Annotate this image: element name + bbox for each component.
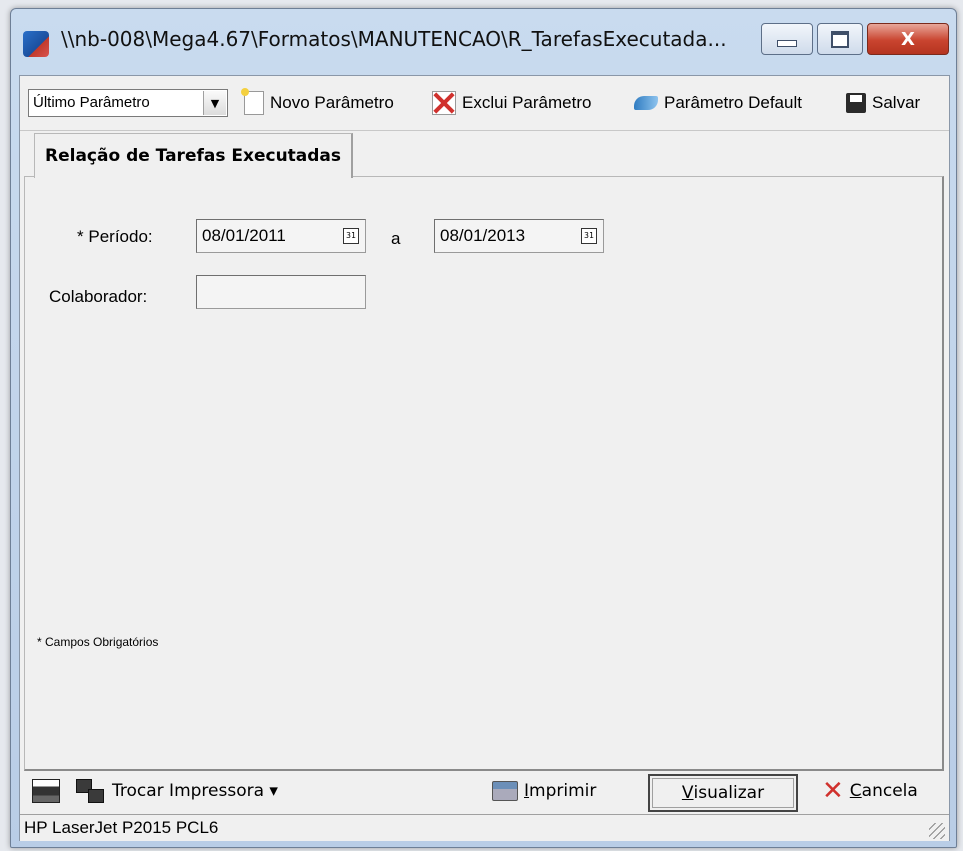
cancel-label: ancela bbox=[861, 781, 918, 801]
print-button[interactable]: Imprimir bbox=[492, 778, 596, 804]
parameter-select-value: Último Parâmetro bbox=[33, 94, 150, 111]
date-to-field[interactable]: 08/01/2013 31 bbox=[434, 219, 604, 253]
change-printer-button[interactable]: Trocar Impressora ▾ bbox=[76, 778, 278, 804]
cancel-accel: C bbox=[849, 781, 862, 801]
client-area: Último Parâmetro ▼ Novo Parâmetro Exclui… bbox=[19, 75, 950, 841]
save-label: Salvar bbox=[872, 93, 921, 112]
default-parameter-button[interactable]: Parâmetro Default bbox=[634, 90, 802, 116]
tab-relacao-tarefas[interactable]: Relação de Tarefas Executadas bbox=[34, 133, 354, 178]
app-icon[interactable] bbox=[23, 31, 49, 57]
calendar-icon[interactable]: 31 bbox=[581, 228, 597, 244]
maximize-button[interactable] bbox=[817, 23, 863, 55]
new-doc-icon bbox=[241, 88, 264, 115]
cancel-button[interactable]: ✕ Cancela bbox=[822, 778, 918, 804]
tab-bar: Relação de Tarefas Executadas bbox=[20, 133, 949, 178]
date-from-field[interactable]: 08/01/2011 31 bbox=[196, 219, 366, 253]
change-printer-label: Trocar Impressora ▾ bbox=[112, 781, 278, 801]
window-title: \\nb-008\Mega4.67\Formatos\MANUTENCAO\R_… bbox=[61, 27, 727, 51]
minimize-button[interactable] bbox=[761, 23, 813, 55]
print-icon bbox=[492, 781, 518, 801]
delete-icon bbox=[432, 91, 456, 115]
toolbar: Último Parâmetro ▼ Novo Parâmetro Exclui… bbox=[20, 76, 949, 131]
parameter-select[interactable]: Último Parâmetro ▼ bbox=[28, 89, 228, 117]
resize-grip[interactable] bbox=[929, 823, 945, 839]
chevron-down-icon[interactable]: ▼ bbox=[203, 91, 226, 115]
printer-status: HP LaserJet P2015 PCL6 bbox=[24, 818, 219, 837]
print-label: mprimir bbox=[529, 781, 597, 801]
preview-label: isualizar bbox=[693, 783, 765, 803]
status-bar: HP LaserJet P2015 PCL6 bbox=[20, 814, 949, 841]
preview-accel: V bbox=[681, 783, 694, 803]
cancel-icon: ✕ bbox=[822, 776, 844, 806]
close-icon: X bbox=[901, 28, 915, 50]
delete-parameter-label: Exclui Parâmetro bbox=[462, 93, 592, 112]
save-icon bbox=[846, 93, 866, 113]
colaborador-label: Colaborador: bbox=[49, 287, 148, 306]
default-parameter-label: Parâmetro Default bbox=[664, 93, 802, 112]
required-fields-note: * Campos Obrigatórios bbox=[37, 635, 159, 649]
delete-parameter-button[interactable]: Exclui Parâmetro bbox=[432, 90, 591, 116]
new-parameter-button[interactable]: Novo Parâmetro bbox=[241, 88, 394, 116]
minimize-icon bbox=[777, 39, 797, 47]
close-button[interactable]: X bbox=[867, 23, 949, 55]
required-mark: * bbox=[77, 227, 84, 246]
colaborador-field[interactable] bbox=[196, 275, 366, 309]
title-bar[interactable]: \\nb-008\Mega4.67\Formatos\MANUTENCAO\R_… bbox=[11, 9, 956, 75]
default-icon bbox=[634, 96, 658, 110]
printer-icon bbox=[32, 779, 60, 803]
app-window: \\nb-008\Mega4.67\Formatos\MANUTENCAO\R_… bbox=[10, 8, 957, 848]
form-panel: * Período: 08/01/2011 31 a 08/01/2013 31… bbox=[24, 176, 944, 771]
save-button[interactable]: Salvar bbox=[846, 90, 920, 116]
new-parameter-label: Novo Parâmetro bbox=[270, 93, 394, 112]
calendar-icon[interactable]: 31 bbox=[343, 228, 359, 244]
range-separator: a bbox=[391, 229, 401, 248]
periodo-label: * Período: bbox=[77, 227, 153, 247]
swap-printer-icon bbox=[76, 779, 104, 803]
bottom-bar: Trocar Impressora ▾ Imprimir Visualizar … bbox=[20, 768, 949, 812]
date-to-value: 08/01/2013 bbox=[440, 226, 526, 245]
date-from-value: 08/01/2011 bbox=[202, 226, 286, 245]
periodo-label-text: Período: bbox=[88, 227, 153, 246]
maximize-icon bbox=[831, 30, 849, 48]
preview-button[interactable]: Visualizar bbox=[648, 774, 798, 812]
printer-settings-button[interactable] bbox=[32, 778, 60, 804]
